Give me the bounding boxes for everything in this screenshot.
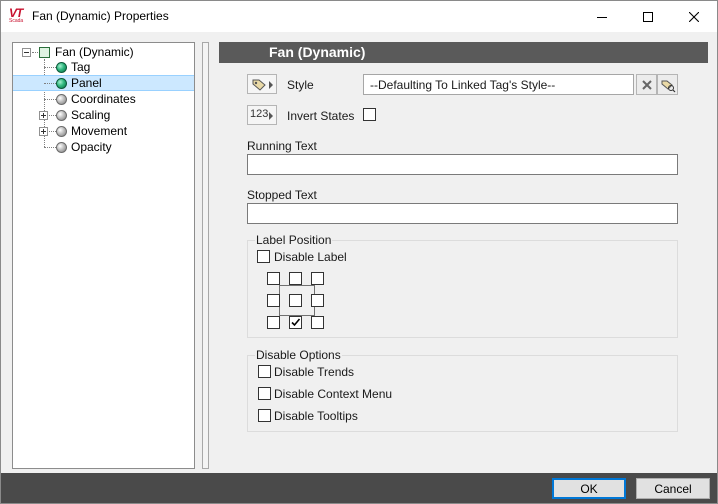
disable-tooltips-checkbox[interactable] <box>258 409 271 422</box>
fan-node-icon <box>39 47 50 58</box>
invert-states-menu-button[interactable]: 123 <box>247 105 277 125</box>
label-pos-bottom-left[interactable] <box>267 316 280 329</box>
tag-search-icon <box>661 80 675 92</box>
running-text-input[interactable] <box>247 154 678 175</box>
expand-toggle-icon[interactable] <box>39 127 48 136</box>
expand-toggle-icon[interactable] <box>39 111 48 120</box>
tree-item-label: Scaling <box>71 108 111 122</box>
disable-options-title: Disable Options <box>255 348 342 362</box>
title-bar: VT Scada Fan (Dynamic) Properties <box>1 1 717 32</box>
disable-tooltips-text: Disable Tooltips <box>274 409 358 423</box>
disable-trends-text: Disable Trends <box>274 365 355 379</box>
tree-item-label: Movement <box>71 124 128 138</box>
maximize-button[interactable] <box>625 1 671 32</box>
disable-context-menu-checkbox[interactable] <box>258 387 271 400</box>
status-gray-icon <box>56 94 67 105</box>
vtscada-logo-icon: VT Scada <box>9 6 27 25</box>
tree-item-opacity[interactable]: Opacity <box>13 139 194 155</box>
tree-item-movement[interactable]: Movement <box>13 123 194 139</box>
property-tree[interactable]: Fan (Dynamic) Tag Panel Coordinates Scal… <box>12 42 195 469</box>
running-text-label: Running Text <box>247 139 317 153</box>
checkmark-icon <box>291 318 301 327</box>
panel-splitter[interactable] <box>202 42 209 469</box>
label-pos-center[interactable] <box>289 294 302 307</box>
disable-label-text: Disable Label <box>274 250 347 264</box>
style-value: --Defaulting To Linked Tag's Style-- <box>370 78 556 92</box>
label-pos-top-left[interactable] <box>267 272 280 285</box>
invert-states-checkbox[interactable] <box>363 108 376 121</box>
collapse-toggle-icon[interactable] <box>22 48 31 57</box>
chevron-right-icon <box>269 112 273 120</box>
label-pos-top-center[interactable] <box>289 272 302 285</box>
stopped-text-input[interactable] <box>247 203 678 224</box>
label-pos-middle-left[interactable] <box>267 294 280 307</box>
disable-label-checkbox[interactable] <box>257 250 270 263</box>
disable-trends-checkbox[interactable] <box>258 365 271 378</box>
status-gray-icon <box>56 110 67 121</box>
style-label: Style <box>287 78 314 92</box>
tree-item-coordinates[interactable]: Coordinates <box>13 91 194 107</box>
maximize-icon <box>643 11 653 22</box>
tree-item-label: Tag <box>71 60 91 74</box>
label-pos-bottom-center[interactable] <box>289 316 302 329</box>
ok-button[interactable]: OK <box>552 478 626 499</box>
style-menu-button[interactable] <box>247 74 277 94</box>
select-style-button[interactable] <box>657 74 678 95</box>
tree-item-label: Opacity <box>71 140 112 154</box>
status-green-icon <box>56 62 67 73</box>
tree-item-tag[interactable]: Tag <box>13 59 194 75</box>
close-button[interactable] <box>671 1 717 32</box>
chevron-right-icon <box>269 81 273 89</box>
window-title: Fan (Dynamic) Properties <box>32 9 169 23</box>
minimize-button[interactable] <box>579 1 625 32</box>
cancel-button[interactable]: Cancel <box>636 478 710 499</box>
tag-icon <box>252 79 266 91</box>
disable-context-menu-text: Disable Context Menu <box>274 387 393 401</box>
tree-item-label: Panel <box>71 76 102 90</box>
tree-item-scaling[interactable]: Scaling <box>13 107 194 123</box>
stopped-text-label: Stopped Text <box>247 188 317 202</box>
label-pos-middle-right[interactable] <box>311 294 324 307</box>
tree-item-label: Coordinates <box>71 92 136 106</box>
status-green-icon <box>56 78 67 89</box>
label-position-title: Label Position <box>255 233 333 247</box>
clear-style-button[interactable] <box>636 74 657 95</box>
close-icon <box>689 11 699 22</box>
style-select[interactable]: --Defaulting To Linked Tag's Style-- <box>363 74 634 95</box>
status-gray-icon <box>56 142 67 153</box>
properties-dialog: VT Scada Fan (Dynamic) Properties Fan (D… <box>0 0 718 504</box>
tree-root-label[interactable]: Fan (Dynamic) <box>55 45 134 59</box>
logo-subtext: Scada <box>9 18 24 24</box>
label-pos-bottom-right[interactable] <box>311 316 324 329</box>
panel-header-title: Fan (Dynamic) <box>269 44 366 60</box>
clear-x-icon <box>641 79 652 90</box>
status-gray-icon <box>56 126 67 137</box>
tree-item-panel[interactable]: Panel <box>13 75 194 91</box>
panel-header: Fan (Dynamic) <box>219 42 708 63</box>
label-pos-top-right[interactable] <box>311 272 324 285</box>
numeric-icon: 123 <box>250 108 269 120</box>
minimize-icon <box>597 16 607 18</box>
invert-states-label: Invert States <box>287 109 355 123</box>
